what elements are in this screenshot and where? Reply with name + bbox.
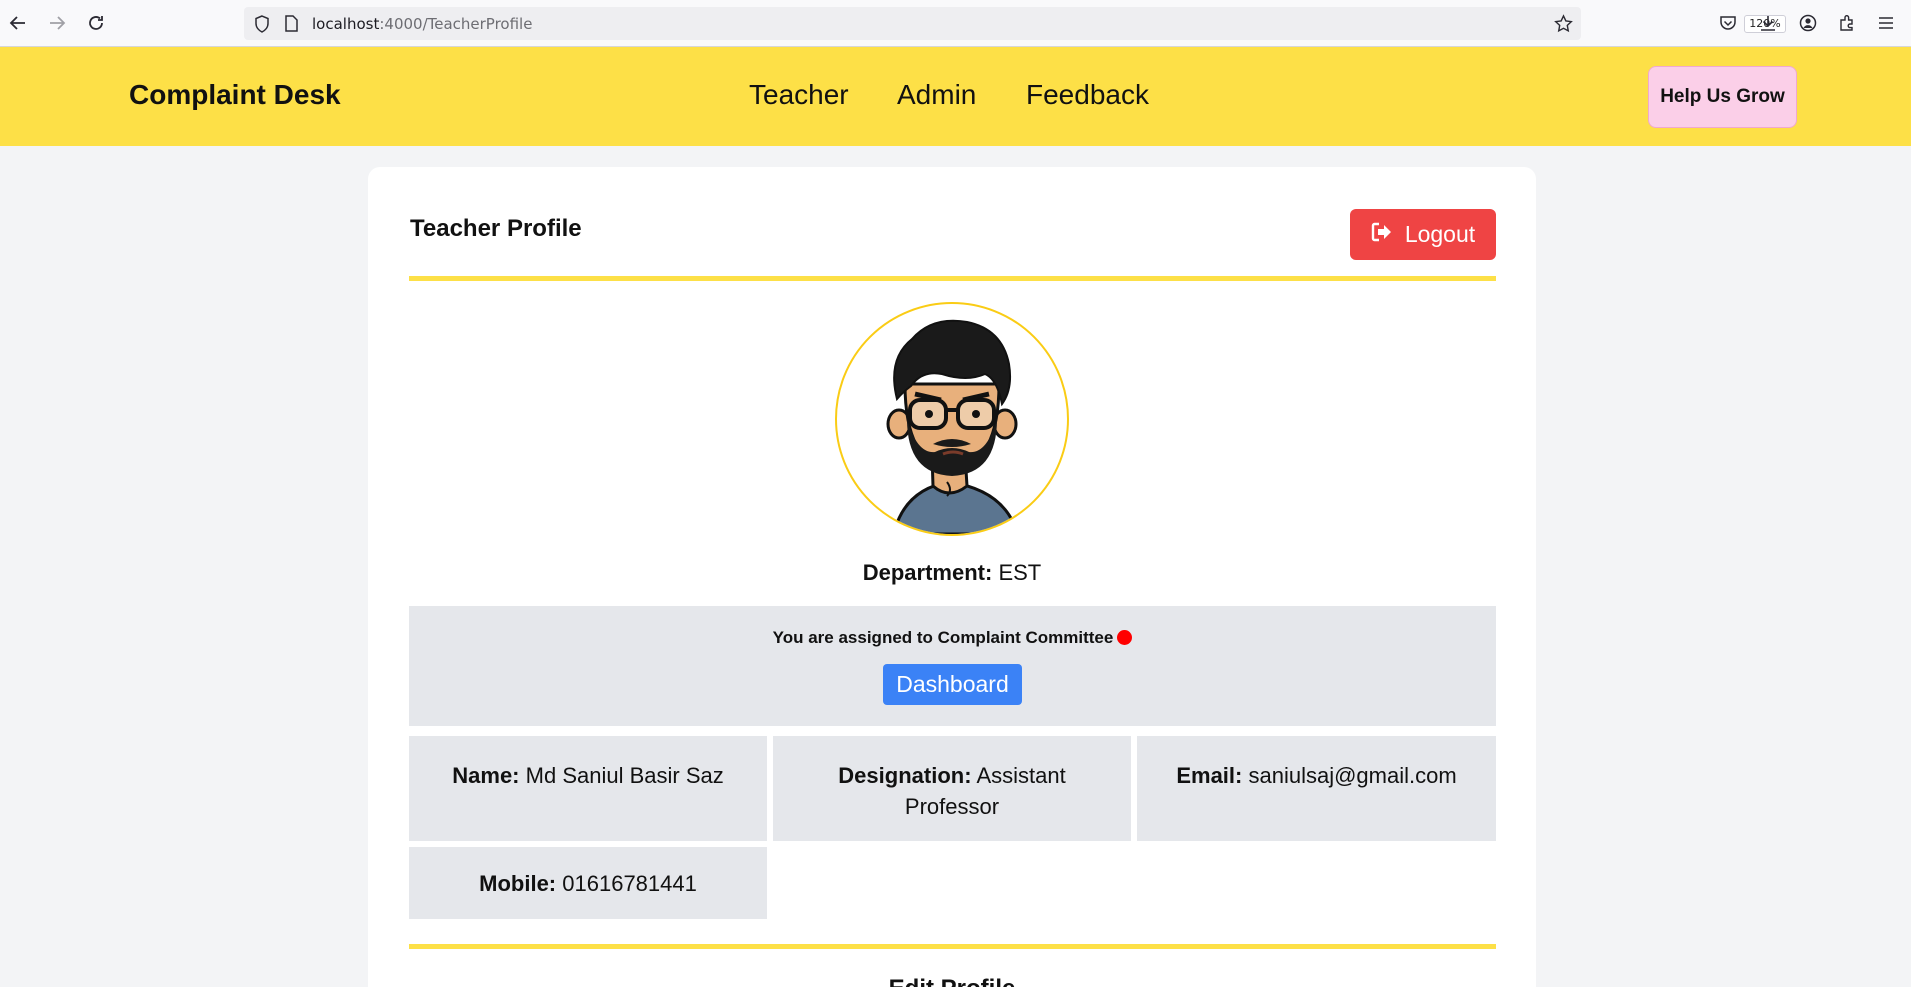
committee-status: You are assigned to Complaint Committee bbox=[409, 628, 1496, 648]
download-icon[interactable] bbox=[1757, 12, 1779, 34]
pocket-icon[interactable] bbox=[1717, 12, 1739, 34]
email-cell: Email: saniulsaj@gmail.com bbox=[1137, 736, 1496, 841]
site-header: Complaint Desk Teacher Admin Feedback He… bbox=[0, 47, 1911, 146]
nav-link-feedback[interactable]: Feedback bbox=[1026, 79, 1149, 111]
divider bbox=[409, 944, 1496, 949]
dashboard-button[interactable]: Dashboard bbox=[883, 664, 1022, 705]
mobile-cell: Mobile: 01616781441 bbox=[409, 847, 767, 919]
brand-logo[interactable]: Complaint Desk bbox=[129, 79, 341, 111]
help-us-grow-button[interactable]: Help Us Grow bbox=[1648, 66, 1797, 128]
account-icon[interactable] bbox=[1797, 12, 1819, 34]
logout-icon bbox=[1371, 221, 1393, 248]
committee-panel: You are assigned to Complaint Committee … bbox=[409, 606, 1496, 726]
edit-profile-heading: Edit Profile bbox=[368, 975, 1536, 987]
reload-icon[interactable] bbox=[84, 11, 108, 35]
name-cell: Name: Md Saniul Basir Saz bbox=[409, 736, 767, 841]
shield-icon[interactable] bbox=[254, 15, 270, 38]
department: Department: EST bbox=[862, 560, 1042, 585]
profile-card: Teacher Profile Logout Department: EST Y… bbox=[368, 167, 1536, 987]
bookmark-star-icon[interactable] bbox=[1554, 14, 1573, 38]
nav-link-teacher[interactable]: Teacher bbox=[749, 79, 849, 111]
browser-toolbar: localhost:4000/TeacherProfile 120% bbox=[0, 0, 1911, 47]
logout-button[interactable]: Logout bbox=[1350, 209, 1496, 260]
menu-icon[interactable] bbox=[1875, 12, 1897, 34]
page-icon bbox=[284, 15, 298, 37]
back-arrow-icon[interactable] bbox=[6, 11, 30, 35]
nav-link-admin[interactable]: Admin bbox=[897, 79, 976, 111]
logout-label: Logout bbox=[1404, 221, 1476, 247]
page-title: Teacher Profile bbox=[410, 215, 582, 242]
divider bbox=[409, 276, 1496, 281]
forward-arrow-icon[interactable] bbox=[45, 11, 69, 35]
status-dot-icon bbox=[1117, 630, 1133, 645]
avatar bbox=[835, 302, 1069, 536]
address-bar[interactable]: localhost:4000/TeacherProfile 120% bbox=[244, 7, 1786, 40]
extensions-icon[interactable] bbox=[1836, 12, 1858, 34]
designation-cell: Designation: Assistant Professor bbox=[773, 736, 1131, 841]
url-text: localhost:4000/TeacherProfile bbox=[312, 15, 533, 33]
